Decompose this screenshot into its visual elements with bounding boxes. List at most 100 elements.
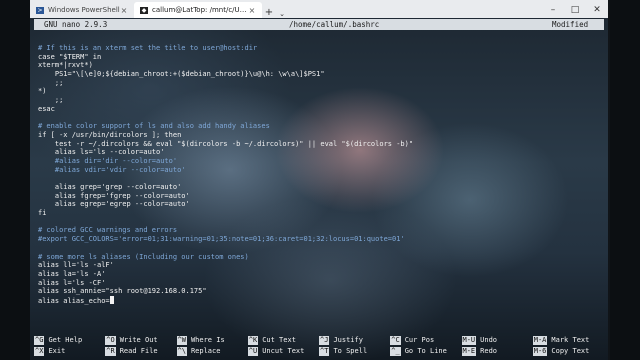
shortcut-key: M-E [461, 347, 477, 356]
code-line: alias ssh_annie="ssh root@192.168.0.175" [38, 287, 604, 296]
nano-status: Modified [552, 20, 589, 29]
code-line: alias grep='grep --color=auto' [38, 183, 604, 192]
shortcut-item[interactable]: M-A Mark Text [532, 335, 604, 346]
editor-text-area[interactable]: # If this is an xterm set the title to u… [38, 44, 604, 305]
shortcut-item[interactable]: M-U Undo [461, 335, 533, 346]
shortcut-item[interactable]: ^\ Replace [176, 346, 248, 357]
shortcut-key: M-6 [532, 347, 548, 356]
line-text: xterm*|rxvt*) [38, 61, 93, 70]
close-window-icon[interactable]: ✕ [586, 2, 608, 18]
shortcut-item[interactable]: M-E Redo [461, 346, 533, 357]
tab-linux[interactable]: ◆ callum@LatTop: /mnt/c/Users/C × [134, 2, 262, 18]
shortcut-item[interactable]: ^X Exit [34, 346, 105, 357]
code-line: alias ll='ls -alF' [38, 261, 604, 270]
shortcut-key: ^J [319, 336, 330, 345]
shortcut-item[interactable]: ^_ Go To Line [390, 346, 461, 357]
line-text: alias alias_echo= [38, 296, 110, 305]
tab-bar: > Windows PowerShell × ◆ callum@LatTop: … [30, 0, 608, 18]
linux-penguin-icon: ◆ [140, 6, 148, 14]
nano-shortcut-bar: ^G Get Help ^O Write Out ^W Where Is ^K Cut Tex… [34, 335, 604, 357]
line-text: # some more ls aliases (Including our cu… [38, 252, 249, 261]
line-text: ;; [38, 96, 64, 105]
line-text: alias ll='ls -alF' [38, 261, 114, 270]
shortcut-label: Write Out [119, 336, 158, 344]
code-line: ;; [38, 79, 604, 88]
close-tab-icon[interactable]: × [120, 6, 128, 15]
shortcut-key: ^G [34, 336, 45, 345]
terminal-window: > Windows PowerShell × ◆ callum@LatTop: … [30, 0, 608, 360]
shortcut-item[interactable]: ^T To Spell [319, 346, 390, 357]
right-letterbox [610, 0, 640, 360]
shortcut-key: ^K [247, 336, 259, 345]
comment-line: #export GCC_COLORS='error=01;31:warning=… [38, 235, 604, 244]
shortcut-key: ^X [34, 347, 45, 356]
comment-line: #alias dir='dir --color=auto' [38, 157, 604, 166]
line-text: # colored GCC warnings and errors [38, 226, 178, 235]
shortcut-item[interactable]: ^R Read File [105, 346, 176, 357]
code-line: PS1="\[\e]0;${debian_chroot:+($debian_ch… [38, 70, 604, 79]
line-text: alias ssh_annie="ssh root@192.168.0.175" [38, 287, 207, 296]
code-line: alias fgrep='fgrep --color=auto' [38, 192, 604, 201]
shortcut-label: Mark Text [551, 336, 590, 344]
shortcut-label: Justify [333, 336, 363, 344]
shortcut-item[interactable]: ^O Write Out [105, 335, 176, 346]
close-tab-icon[interactable]: × [248, 6, 256, 15]
line-text: alias la='ls -A' [38, 269, 106, 278]
line-text: #export GCC_COLORS='error=01;31:warning=… [38, 235, 405, 244]
shortcut-label: Redo [480, 347, 498, 355]
shortcut-key: ^O [105, 336, 116, 345]
comment-line: # enable color support of ls and also ad… [38, 122, 604, 131]
line-text: if [ -x /usr/bin/dircolors ]; then [38, 130, 182, 139]
shortcut-label: Copy Text [551, 347, 590, 355]
code-line: case "$TERM" in [38, 53, 604, 62]
line-text: #alias dir='dir --color=auto' [38, 156, 178, 165]
tab-powershell[interactable]: > Windows PowerShell × [30, 2, 134, 18]
shortcut-label: Go To Line [404, 347, 447, 355]
shortcut-item[interactable]: ^K Cut Text [247, 335, 319, 346]
line-text: esac [38, 104, 55, 113]
code-line: alias alias_echo= [38, 295, 604, 305]
nano-version: GNU nano 2.9.3 [44, 20, 108, 29]
line-text: alias egrep='egrep --color=auto' [38, 200, 190, 209]
line-text: # If this is an xterm set the title to u… [38, 44, 258, 52]
shortcut-label: Undo [480, 336, 498, 344]
code-line: fi [38, 209, 604, 218]
line-text: test -r ~/.dircolors && eval "$(dircolor… [38, 139, 414, 148]
shortcut-item[interactable]: ^J Justify [319, 335, 390, 346]
shortcut-key: ^R [105, 347, 116, 356]
shortcut-item[interactable]: ^U Uncut Text [247, 346, 319, 357]
chevron-down-icon[interactable]: ⌄ [276, 10, 288, 18]
shortcut-item[interactable]: ^W Where Is [176, 335, 248, 346]
code-line: esac [38, 105, 604, 114]
code-line: xterm*|rxvt*) [38, 61, 604, 70]
tab-title: callum@LatTop: /mnt/c/Users/C [152, 6, 248, 14]
shortcut-item[interactable]: ^G Get Help [34, 335, 105, 346]
shortcut-label: Exit [48, 347, 66, 355]
tab-title: Windows PowerShell [48, 6, 120, 14]
new-tab-icon[interactable]: + [262, 7, 276, 18]
line-text: alias ls='ls --color=auto' [38, 148, 165, 157]
comment-line: # some more ls aliases (Including our cu… [38, 253, 604, 262]
shortcut-label: Cur Pos [404, 336, 435, 344]
shortcut-item[interactable]: M-6 Copy Text [532, 346, 604, 357]
maximize-icon[interactable]: □ [564, 2, 586, 18]
line-text: alias l='ls -CF' [38, 278, 106, 287]
code-line: alias l='ls -CF' [38, 279, 604, 288]
line-text: ;; [38, 78, 64, 87]
nano-title-bar: GNU nano 2.9.3 /home/callum/.bashrc Modi… [34, 19, 604, 30]
comment-line: # If this is an xterm set the title to u… [38, 44, 604, 53]
minimize-icon[interactable]: – [542, 2, 564, 18]
nano-filename: /home/callum/.bashrc [289, 20, 380, 29]
comment-line: # colored GCC warnings and errors [38, 226, 604, 235]
code-line: *) [38, 87, 604, 96]
code-line: if [ -x /usr/bin/dircolors ]; then [38, 131, 604, 140]
shortcut-key: ^C [390, 336, 401, 345]
code-line: test -r ~/.dircolors && eval "$(dircolor… [38, 140, 604, 149]
line-text: PS1="\[\e]0;${debian_chroot:+($debian_ch… [38, 70, 325, 79]
code-line: alias egrep='egrep --color=auto' [38, 200, 604, 209]
shortcut-item[interactable]: ^C Cur Pos [390, 335, 461, 346]
